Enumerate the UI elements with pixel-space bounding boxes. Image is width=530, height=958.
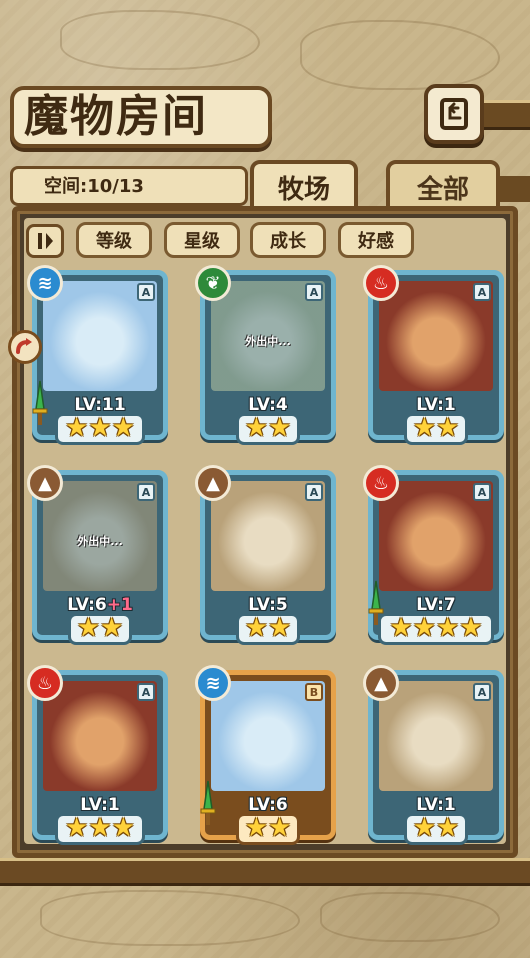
star-rating: ★★	[244, 813, 292, 843]
bottom-rail	[0, 858, 530, 886]
map-coastline	[320, 892, 500, 942]
map-coastline	[300, 20, 500, 90]
star-rating: ★★★	[65, 813, 135, 843]
map-coastline	[60, 10, 260, 70]
equipped-sword-icon	[368, 580, 384, 625]
switch-arrow-button[interactable]	[8, 330, 42, 364]
level-label: LV:5	[205, 595, 331, 615]
sort-star-button[interactable]: 星级	[164, 222, 240, 258]
star-rating: ★★	[76, 613, 124, 643]
level-value: LV:6	[67, 595, 107, 615]
level-label: LV:1	[373, 795, 499, 815]
rank-badge: A	[137, 683, 155, 701]
earth-element-icon: ▲	[27, 465, 63, 501]
star-rating: ★★★	[65, 413, 135, 443]
level-value: LV:5	[248, 595, 288, 615]
rank-badge: A	[305, 483, 323, 501]
rank-badge: A	[305, 283, 323, 301]
away-status-label: 外出中...	[245, 335, 291, 348]
sort-toggle-icon	[38, 233, 53, 249]
tab-rail	[500, 176, 530, 202]
rank-badge: A	[473, 283, 491, 301]
star-rating: ★★	[412, 413, 460, 443]
earth-element-icon: ▲	[195, 465, 231, 501]
sort-level-button[interactable]: 等级	[76, 222, 152, 258]
level-value: LV:11	[74, 395, 126, 415]
curved-arrow-icon	[16, 338, 32, 354]
level-label: LV:1	[37, 795, 163, 815]
level-label: LV:7	[373, 595, 499, 615]
monster-card[interactable]: 外出中... A ▲ LV:6+1 ★★	[27, 465, 168, 645]
map-coastline	[40, 890, 300, 946]
star-rating: ★★	[244, 613, 292, 643]
sort-affection-button[interactable]: 好感	[338, 222, 414, 258]
rank-badge: B	[305, 683, 323, 701]
fire-element-icon: ♨	[27, 665, 63, 701]
water-element-icon: ≋	[195, 665, 231, 701]
wood-element-icon: ❦	[195, 265, 231, 301]
level-value: LV:1	[416, 395, 456, 415]
monster-card[interactable]: A ▲ LV:1 ★★	[363, 665, 504, 845]
equipped-sword-icon	[200, 780, 216, 825]
sort-growth-button[interactable]: 成长	[250, 222, 326, 258]
rank-badge: A	[137, 483, 155, 501]
back-button[interactable]	[424, 84, 484, 144]
sort-order-toggle[interactable]	[26, 224, 64, 258]
level-label: LV:1	[373, 395, 499, 415]
monster-card[interactable]: A ♨ LV:1 ★★	[363, 265, 504, 445]
level-value: LV:1	[80, 795, 120, 815]
space-capacity: 空间:10/13	[44, 176, 144, 197]
level-value: LV:6	[248, 795, 288, 815]
back-arrow-icon	[440, 98, 468, 130]
star-rating: ★★★★	[389, 613, 483, 643]
level-label: LV:6+1	[37, 595, 163, 615]
earth-element-icon: ▲	[363, 665, 399, 701]
monster-card[interactable]: A ♨ LV:1 ★★★	[27, 665, 168, 845]
level-bonus: +1	[106, 595, 133, 615]
fire-element-icon: ♨	[363, 265, 399, 301]
level-label: LV:11	[37, 395, 163, 415]
monster-card[interactable]: 外出中... A ❦ LV:4 ★★	[195, 265, 336, 445]
fire-element-icon: ♨	[363, 465, 399, 501]
back-rail	[484, 100, 530, 130]
equipped-sword-icon	[32, 380, 48, 425]
level-label: LV:6	[205, 795, 331, 815]
rank-badge: A	[473, 683, 491, 701]
level-value: LV:7	[416, 595, 456, 615]
monster-card[interactable]: B ≋ LV:6 ★★	[195, 665, 336, 845]
star-rating: ★★	[244, 413, 292, 443]
star-rating: ★★	[412, 813, 460, 843]
page-title: 魔物房间	[24, 91, 208, 142]
monster-card[interactable]: A ≋ LV:11 ★★★	[27, 265, 168, 445]
level-label: LV:4	[205, 395, 331, 415]
rank-badge: A	[137, 283, 155, 301]
monster-card[interactable]: A ▲ LV:5 ★★	[195, 465, 336, 645]
away-status-label: 外出中...	[77, 535, 123, 548]
level-value: LV:1	[416, 795, 456, 815]
water-element-icon: ≋	[27, 265, 63, 301]
monster-card[interactable]: A ♨ LV:7 ★★★★	[363, 465, 504, 645]
rank-badge: A	[473, 483, 491, 501]
level-value: LV:4	[248, 395, 288, 415]
